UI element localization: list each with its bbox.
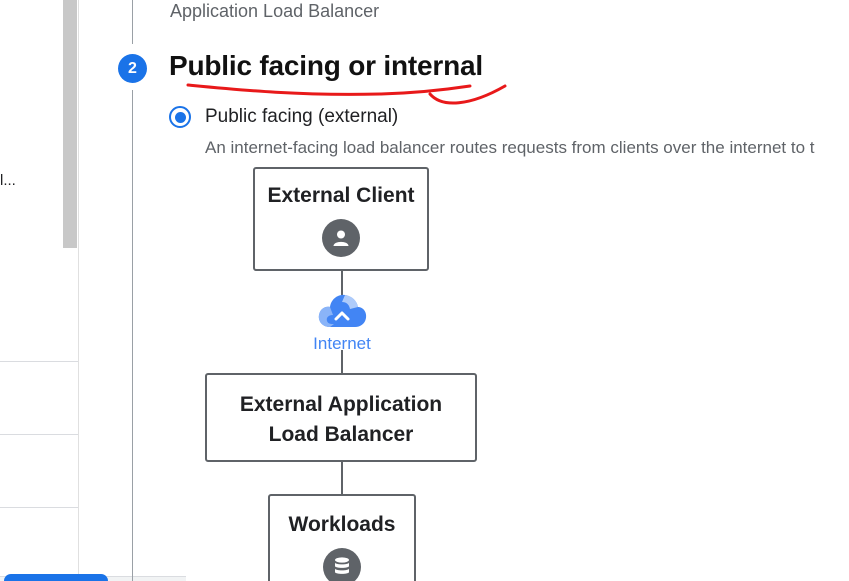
radio-selected-dot bbox=[174, 111, 186, 123]
panel-divider bbox=[78, 0, 79, 581]
public-facing-radio[interactable]: Public facing (external) bbox=[169, 104, 398, 130]
person-icon bbox=[322, 219, 360, 257]
stepper-line bbox=[132, 0, 133, 44]
node-title: External Client bbox=[267, 184, 415, 207]
row-divider bbox=[0, 361, 79, 362]
primary-button-partial[interactable] bbox=[4, 574, 108, 581]
internet-node: Internet bbox=[302, 291, 382, 354]
external-client-node: External Client bbox=[253, 167, 429, 271]
truncated-item-text: l... bbox=[0, 172, 16, 189]
left-panel: l... bbox=[0, 0, 79, 581]
stepper-line bbox=[132, 90, 133, 581]
workloads-node: Workloads bbox=[268, 494, 416, 581]
radio-label: Public facing (external) bbox=[205, 106, 399, 127]
internet-label: Internet bbox=[313, 334, 371, 353]
scrollbar[interactable] bbox=[63, 0, 77, 248]
radio-button[interactable] bbox=[169, 106, 191, 128]
node-title: Workloads bbox=[288, 513, 396, 536]
option-description: An internet-facing load balancer routes … bbox=[205, 138, 815, 157]
previous-step-title[interactable]: Application Load Balancer bbox=[170, 1, 379, 22]
cloud-icon bbox=[318, 294, 367, 327]
database-icon bbox=[323, 548, 361, 581]
row-divider bbox=[0, 434, 79, 435]
node-title-line2: Load Balancer bbox=[268, 423, 414, 446]
connector-line bbox=[341, 271, 343, 295]
node-title-line1: External Application bbox=[239, 393, 443, 416]
step-number-badge: 2 bbox=[118, 54, 147, 83]
row-divider bbox=[0, 507, 79, 508]
connector-line bbox=[341, 462, 343, 494]
connector-line bbox=[341, 350, 343, 373]
load-balancer-node: External Application Load Balancer bbox=[205, 373, 477, 462]
